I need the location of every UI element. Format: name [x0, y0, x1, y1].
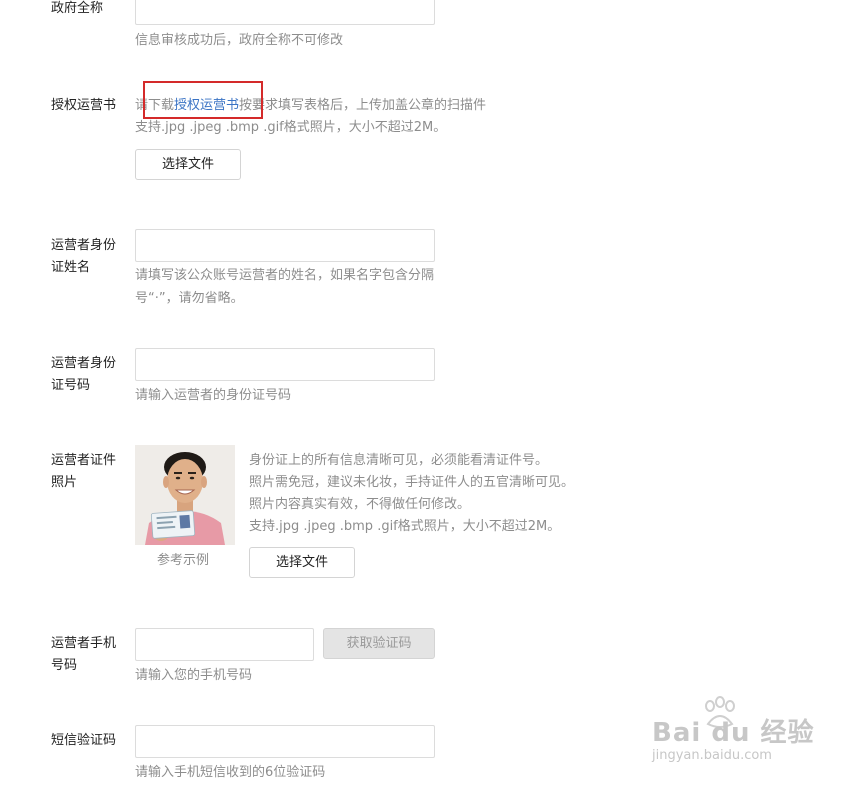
- operator-phone-input[interactable]: [135, 628, 314, 661]
- operator-photo-label-line2: 照片: [51, 475, 78, 490]
- gov-name-input[interactable]: [135, 0, 435, 25]
- sms-code-hint: 请输入手机短信收到的6位验证码: [135, 765, 326, 780]
- get-verification-code-button[interactable]: 获取验证码: [323, 628, 435, 659]
- gov-name-hint: 信息审核成功后，政府全称不可修改: [135, 33, 344, 48]
- operator-phone-hint: 请输入您的手机号码: [135, 668, 253, 683]
- operator-id-hint: 请输入运营者的身份证号码: [135, 388, 292, 403]
- operator-name-input[interactable]: [135, 229, 435, 262]
- operator-name-label-line2: 证姓名: [51, 260, 91, 275]
- example-caption: 参考示例: [157, 553, 210, 568]
- auth-letter-label: 授权运营书: [51, 98, 117, 113]
- operator-phone-label-line2: 号码: [51, 658, 78, 673]
- operator-id-input[interactable]: [135, 348, 435, 381]
- operator-photo-label-line1: 运营者证件: [51, 453, 117, 468]
- operator-name-hint-line2: 号“·”，请勿省略。: [135, 291, 244, 306]
- gov-name-label: 政府全称: [51, 1, 104, 16]
- photo-requirement-4: 支持.jpg .jpeg .bmp .gif格式照片，大小不超过2M。: [249, 519, 561, 534]
- operator-id-label-line2: 证号码: [51, 378, 91, 393]
- example-photo: [135, 445, 235, 545]
- person-holding-id-card-image: [135, 445, 235, 545]
- sms-code-label: 短信验证码: [51, 733, 117, 748]
- auth-letter-hint-suffix: 按要求填写表格后，上传加盖公章的扫描件: [239, 98, 487, 113]
- highlight-box: [143, 81, 263, 119]
- operator-id-label-line1: 运营者身份: [51, 356, 117, 371]
- watermark-url: jingyan.baidu.com: [652, 748, 772, 763]
- operator-photo-choose-file-button[interactable]: 选择文件: [249, 547, 355, 578]
- operator-phone-label-line1: 运营者手机: [51, 636, 117, 651]
- photo-requirement-1: 身份证上的所有信息清晰可见，必须能看清证件号。: [249, 453, 549, 468]
- photo-requirement-2: 照片需免冠，建议未化妆，手持证件人的五官清晰可见。: [249, 475, 575, 490]
- auth-letter-format-hint: 支持.jpg .jpeg .bmp .gif格式照片，大小不超过2M。: [135, 120, 447, 135]
- operator-name-hint-line1: 请填写该公众账号运营者的姓名，如果名字包含分隔: [135, 268, 435, 283]
- photo-requirement-3: 照片内容真实有效，不得做任何修改。: [249, 497, 471, 512]
- operator-name-label-line1: 运营者身份: [51, 238, 117, 253]
- auth-letter-choose-file-button[interactable]: 选择文件: [135, 149, 241, 180]
- sms-code-input[interactable]: [135, 725, 435, 758]
- watermark-brand: Bai du 经验: [652, 718, 815, 748]
